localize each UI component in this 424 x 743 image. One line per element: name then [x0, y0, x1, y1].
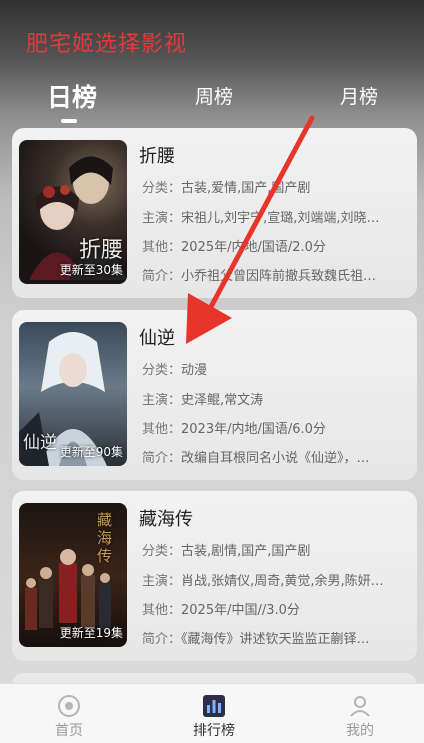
ranking-tabs: 日榜 周榜 月榜 — [0, 82, 424, 123]
home-icon — [58, 695, 80, 717]
bottom-nav: 首页 排行榜 我的 — [0, 683, 424, 743]
list-item[interactable]: 折腰 更新至30集 折腰 分类：古装,爱情,国产,国产剧 主演：宋祖儿,刘宇宁,… — [12, 128, 417, 298]
tab-weekly[interactable]: 周榜 — [195, 82, 233, 109]
active-tab-indicator — [61, 119, 77, 123]
cast-row: 主演：肖战,张婧仪,周奇,黄觉,余男,陈妍… — [142, 574, 384, 589]
cast-row: 主演：宋祖儿,刘宇宁,宣璐,刘端端,刘晓… — [142, 211, 380, 226]
list-item[interactable]: 仙逆 更新至90集 仙逆 分类：动漫 主演：史泽鲲,常文涛 其他：2023年/内… — [12, 310, 417, 480]
other-row: 其他：2025年/中国//3.0分 — [142, 603, 300, 618]
other-row: 其他：2023年/内地/国语/6.0分 — [142, 422, 326, 437]
intro-row: 简介：改编自耳根同名小说《仙逆》，… — [142, 451, 370, 466]
poster-title-text: 仙逆 — [23, 433, 57, 453]
episode-badge: 更新至90集 — [59, 445, 123, 459]
ranking-icon — [203, 695, 225, 717]
nav-profile[interactable]: 我的 — [310, 684, 410, 743]
episode-badge: 更新至19集 — [59, 626, 123, 640]
nav-profile-label: 我的 — [346, 723, 374, 739]
poster-title-text: 藏海传 — [97, 511, 113, 565]
genre-row: 分类：古装,爱情,国产,国产剧 — [142, 181, 311, 196]
poster-title-text: 折腰 — [79, 238, 124, 263]
poster-image[interactable]: 仙逆 更新至90集 — [19, 322, 127, 466]
nav-home-label: 首页 — [55, 723, 83, 739]
list-item[interactable]: 藏海传 更新至19集 藏海传 分类：古装,剧情,国产,国产剧 主演：肖战,张婧仪… — [12, 491, 417, 661]
genre-row: 分类：动漫 — [142, 363, 208, 378]
profile-icon — [350, 696, 370, 717]
tab-daily[interactable]: 日榜 — [47, 78, 97, 114]
nav-ranking[interactable]: 排行榜 — [164, 684, 264, 743]
other-row: 其他：2025年/内地/国语/2.0分 — [142, 240, 326, 255]
tab-monthly[interactable]: 月榜 — [340, 82, 378, 109]
episode-badge: 更新至30集 — [59, 263, 123, 277]
app-title: 肥宅姬选择影视 — [26, 32, 188, 57]
genre-row: 分类：古装,剧情,国产,国产剧 — [142, 544, 311, 559]
nav-home[interactable]: 首页 — [19, 684, 119, 743]
intro-row: 简介：《藏海传》讲述钦天监监正蒯铎… — [142, 632, 370, 647]
cast-row: 主演：史泽鲲,常文涛 — [142, 393, 264, 408]
nav-ranking-label: 排行榜 — [193, 723, 235, 739]
item-title[interactable]: 仙逆 — [139, 324, 175, 350]
intro-row: 简介：小乔祖父曾因阵前撤兵致魏氏祖… — [142, 269, 377, 284]
item-title[interactable]: 折腰 — [139, 142, 175, 168]
item-title[interactable]: 藏海传 — [139, 505, 193, 531]
poster-image[interactable]: 折腰 更新至30集 — [19, 140, 127, 284]
poster-image[interactable]: 藏海传 更新至19集 — [19, 503, 127, 647]
